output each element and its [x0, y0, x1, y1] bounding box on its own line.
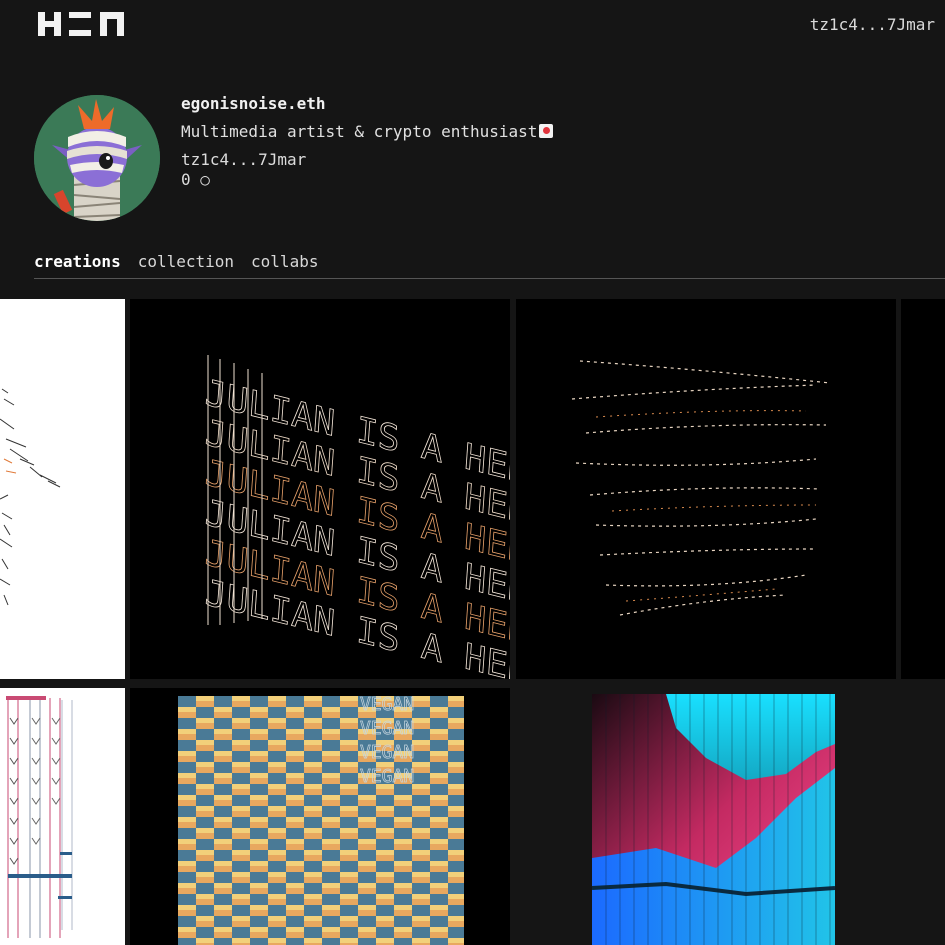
flag-emoji-icon: [539, 124, 554, 138]
artwork-tile[interactable]: [516, 299, 896, 679]
wallet-address-button[interactable]: tz1c4...7Jmar: [810, 15, 935, 34]
artwork-tile[interactable]: VEGAN VEGAN VEGAN VEGAN: [130, 688, 510, 945]
artwork-text: VEGAN: [360, 694, 414, 715]
mummy-avatar-icon: [34, 95, 160, 221]
artwork-tile[interactable]: [0, 688, 125, 945]
profile-page: tz1c4...7Jmar egonisnoise.eth Multimedia…: [0, 0, 945, 945]
profile-tabs: creations collection collabs: [34, 252, 318, 271]
tab-collection[interactable]: collection: [138, 252, 234, 271]
profile-balance: 0 ○: [181, 170, 210, 189]
artwork-text: VEGAN: [360, 718, 414, 739]
artwork-image: [6, 696, 73, 938]
tab-collabs[interactable]: collabs: [251, 252, 318, 271]
artwork-image: [571, 360, 831, 616]
artwork-image: [0, 388, 61, 606]
artwork-image: JULIAN IS A HERO! JULIAN IS A HERO! JULI…: [203, 355, 510, 679]
artwork-tile[interactable]: [901, 299, 945, 679]
artwork-text: VEGAN: [360, 766, 414, 787]
profile-bio-text: Multimedia artist & crypto enthusiast: [181, 122, 538, 141]
tab-creations[interactable]: creations: [34, 252, 121, 271]
artwork-text: VEGAN: [360, 742, 414, 763]
avatar: [34, 95, 160, 221]
artwork-tile[interactable]: JULIAN IS A HERO! JULIAN IS A HERO! JULI…: [130, 299, 510, 679]
hen-logo-icon[interactable]: [38, 12, 124, 36]
artwork-tile[interactable]: [0, 299, 125, 679]
profile-bio: Multimedia artist & crypto enthusiast: [181, 122, 554, 141]
profile-name: egonisnoise.eth: [181, 94, 326, 113]
artwork-image: [591, 694, 836, 945]
profile-address[interactable]: tz1c4...7Jmar: [181, 150, 306, 169]
tabs-divider: [34, 278, 945, 279]
artwork-image: VEGAN VEGAN VEGAN VEGAN: [178, 694, 464, 945]
artwork-tile[interactable]: [516, 688, 896, 945]
